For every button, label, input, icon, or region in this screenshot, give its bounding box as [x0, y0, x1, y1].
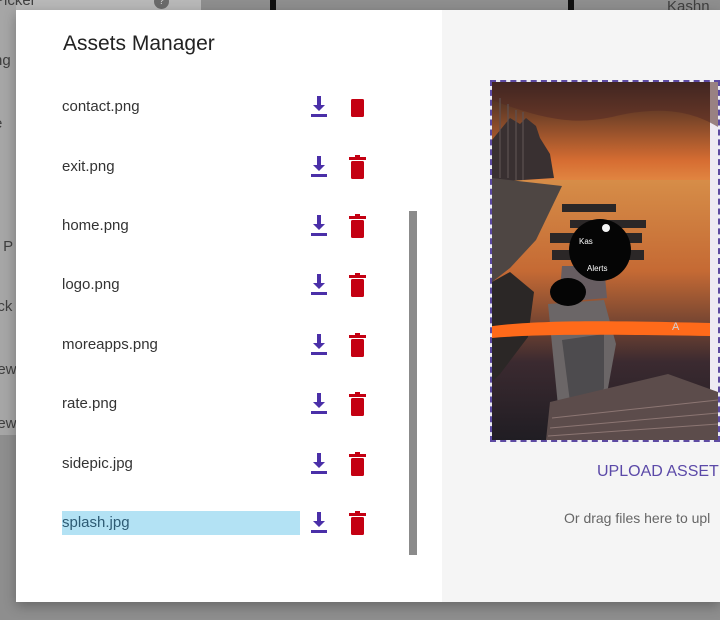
download-icon[interactable]	[309, 156, 329, 178]
trash-icon[interactable]	[348, 273, 367, 297]
trash-icon[interactable]	[348, 333, 367, 357]
download-icon[interactable]	[309, 453, 329, 475]
upload-pane: Kas Alerts A UPLOAD ASSET Or drag files …	[442, 10, 720, 602]
download-icon[interactable]	[309, 512, 329, 534]
asset-name[interactable]: splash.jpg	[62, 511, 300, 535]
trash-icon[interactable]	[348, 155, 367, 179]
trash-icon[interactable]	[348, 452, 367, 476]
asset-name[interactable]: exit.png	[62, 155, 300, 179]
download-icon[interactable]	[309, 393, 329, 415]
asset-name[interactable]: home.png	[62, 214, 300, 238]
background-label: iew	[0, 361, 17, 378]
trash-icon[interactable]	[348, 214, 367, 238]
background-divider	[270, 0, 276, 10]
logo-text-line: Kas	[579, 237, 593, 246]
logo-text-line: Alerts	[587, 264, 607, 273]
drag-files-hint: Or drag files here to upl	[564, 510, 711, 526]
download-icon[interactable]	[309, 96, 329, 118]
assets-manager-dialog: Assets Manager contact.png exit.png home…	[16, 10, 720, 602]
asset-row[interactable]: rate.png	[62, 392, 412, 416]
asset-name[interactable]: sidepic.jpg	[62, 452, 300, 476]
dialog-title: Assets Manager	[63, 32, 215, 55]
trash-icon[interactable]	[348, 511, 367, 535]
asset-row[interactable]: sidepic.jpg	[62, 452, 412, 476]
background-top-card	[16, 0, 201, 10]
download-icon[interactable]	[309, 274, 329, 296]
asset-list-scrollbar[interactable]	[409, 211, 417, 555]
background-label: Picker	[0, 0, 36, 9]
asset-row[interactable]: home.png	[62, 214, 412, 238]
asset-preview-image: Kas Alerts A	[492, 82, 718, 440]
background-label: ick	[0, 298, 13, 315]
download-icon[interactable]	[309, 334, 329, 356]
trash-icon[interactable]	[348, 95, 367, 119]
background-label: r P	[0, 238, 14, 255]
background-left-panel: Picker ng e r P ick iew iew	[0, 0, 36, 435]
download-icon[interactable]	[309, 215, 329, 237]
background-label: iew	[0, 415, 17, 432]
asset-row[interactable]: contact.png	[62, 95, 412, 119]
background-divider	[568, 0, 574, 10]
background-label: e	[0, 115, 2, 132]
asset-row[interactable]: exit.png	[62, 155, 412, 179]
asset-name[interactable]: moreapps.png	[62, 333, 300, 357]
asset-row[interactable]: splash.jpg	[62, 511, 412, 535]
upload-asset-button[interactable]: UPLOAD ASSET	[597, 463, 719, 481]
asset-list[interactable]: contact.png exit.png home.png logo.png m…	[16, 80, 446, 570]
trash-icon[interactable]	[348, 392, 367, 416]
asset-name[interactable]: rate.png	[62, 392, 300, 416]
asset-row[interactable]: moreapps.png	[62, 333, 412, 357]
background-label: ng	[0, 52, 11, 69]
asset-preview-dropzone[interactable]: Kas Alerts A	[490, 80, 720, 442]
asset-name[interactable]: logo.png	[62, 273, 300, 297]
image-overlay-text: A	[672, 321, 680, 333]
asset-name[interactable]: contact.png	[62, 95, 300, 119]
asset-row[interactable]: logo.png	[62, 273, 412, 297]
